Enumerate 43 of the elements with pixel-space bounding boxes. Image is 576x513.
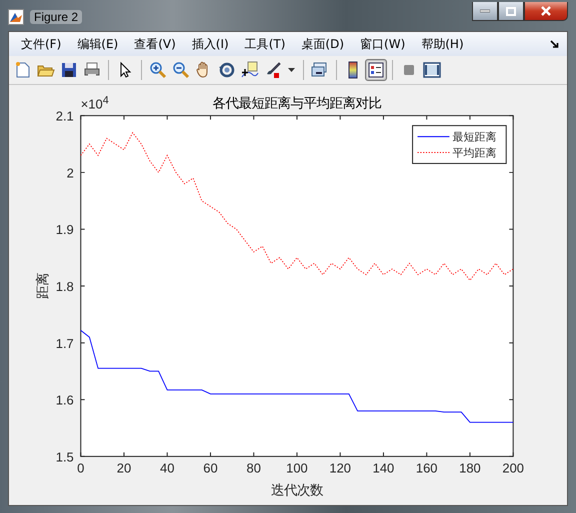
x-tick-label: 160 [416,460,438,476]
menu-item[interactable]: 编辑(E) [69,36,126,52]
menu-item[interactable]: 插入(I) [184,36,237,52]
y-tick-label: 1.9 [56,222,74,238]
y-tick-label: 2 [66,165,74,180]
minimize-button[interactable] [472,2,498,21]
y-tick-label: 2.1 [56,108,74,124]
x-tick-label: 40 [160,460,174,476]
x-tick-label: 60 [203,460,218,476]
x-tick-label: 100 [286,460,308,476]
y-tick-label: 1.5 [56,449,74,464]
menu-item[interactable]: 查看(V) [126,36,184,52]
menu-item[interactable]: 帮助(H) [413,36,472,52]
x-tick-label: 140 [372,460,394,476]
maximize-button[interactable] [498,2,524,21]
y-tick-label: 1.6 [56,392,74,408]
dock-arrow-icon[interactable] [550,40,559,48]
menu-item[interactable]: 桌面(D) [293,36,352,52]
window-title: Figure 2 [30,10,82,24]
x-tick-label: 0 [77,460,84,476]
x-tick-label: 20 [116,460,132,476]
y-tick-label: 1.8 [56,279,74,294]
menu-item[interactable]: 工具(T) [236,36,294,52]
x-axis-label: 迭代次数 [270,483,323,498]
legend-label: 最短距离 [452,130,496,144]
y-tick-label: 1.7 [56,336,74,351]
x-tick-label: 200 [502,460,524,476]
minimize-icon [480,9,490,13]
close-button[interactable] [524,2,568,21]
caret-icon[interactable] [288,68,295,72]
menu-item[interactable]: 窗口(W) [352,36,414,52]
x-tick-label: 180 [459,460,481,476]
menu-item[interactable]: 文件(F) [13,36,70,52]
x-tick-label: 120 [329,460,351,476]
maximize-icon [506,6,516,16]
chart-title: 各代最短距离与平均距离对比 [212,96,382,112]
legend-label: 平均距离 [452,146,496,160]
app-icon [8,8,24,24]
close-icon [540,6,552,16]
axis-exponent: ×10$^{4}$ [80,96,109,112]
legend-icon[interactable] [365,59,387,81]
x-tick-label: 80 [246,460,261,476]
y-axis-label: 距离 [36,273,51,300]
